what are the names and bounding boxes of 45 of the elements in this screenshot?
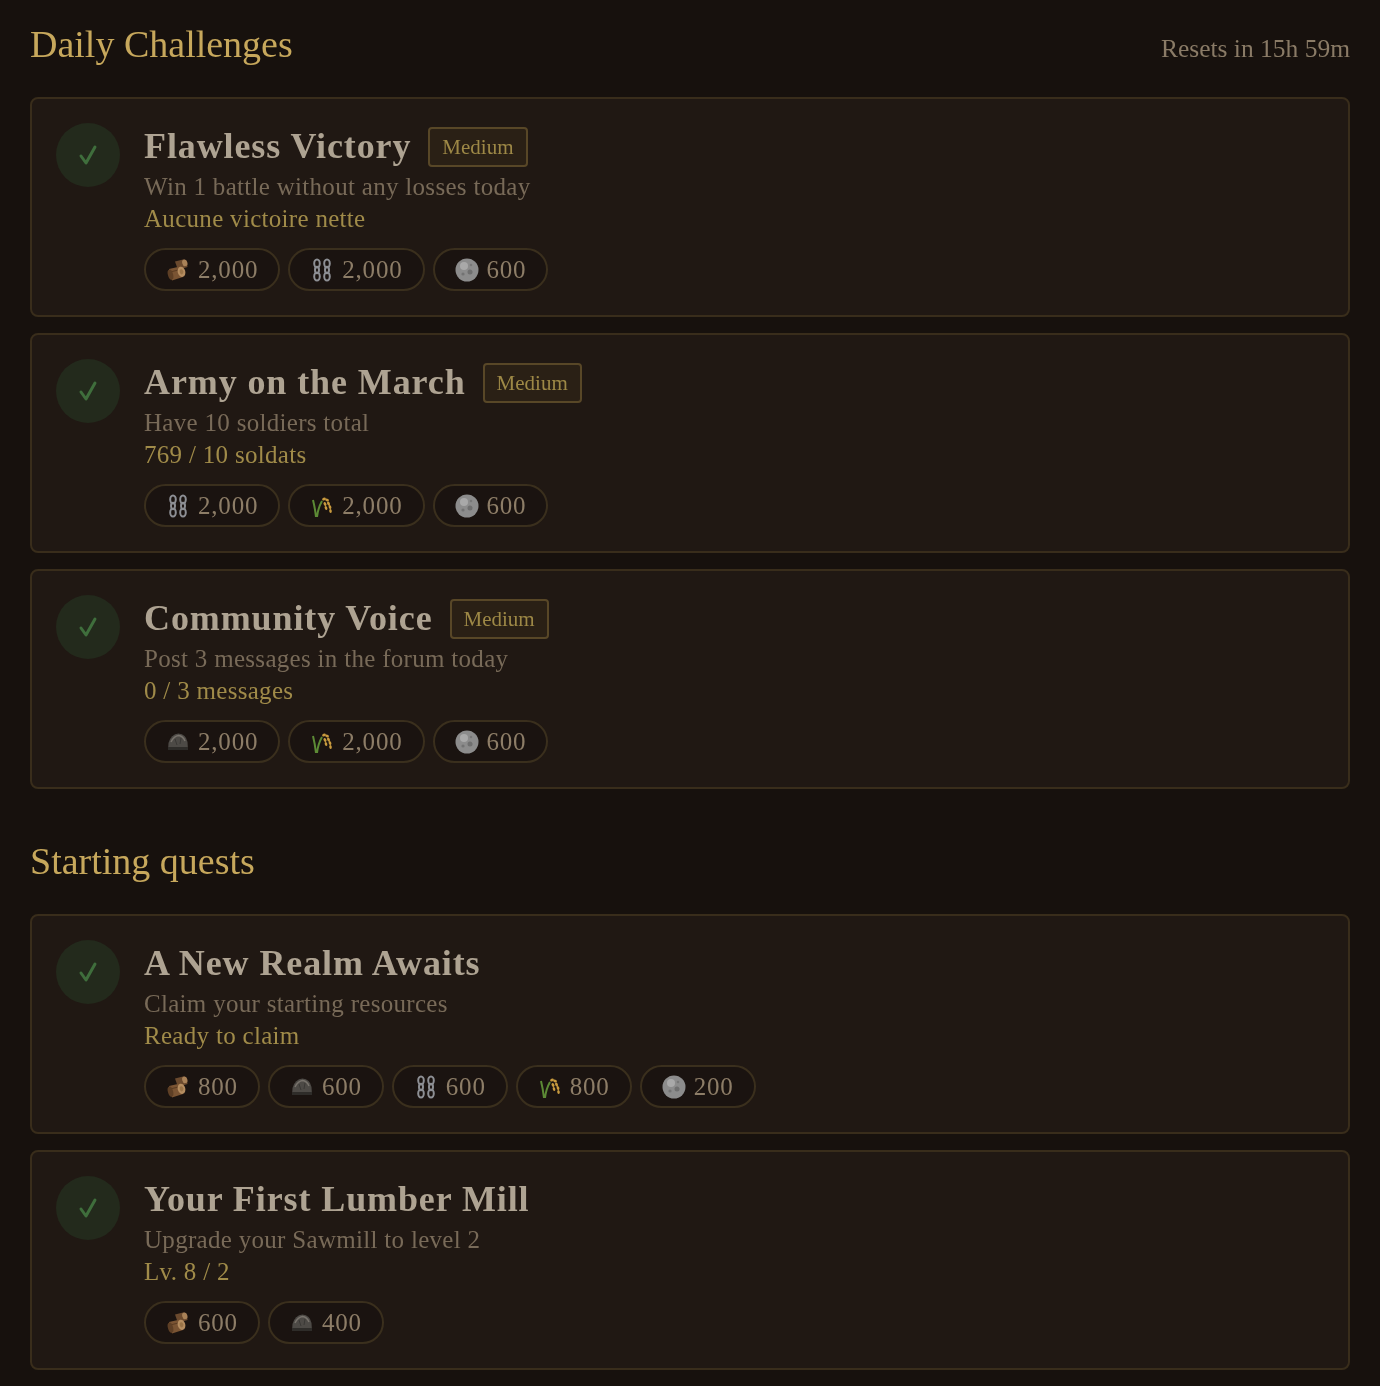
difficulty-tag: Medium <box>428 127 528 167</box>
coin-icon <box>454 493 479 518</box>
reward-amount: 400 <box>321 1310 362 1335</box>
section-title: Starting quests <box>30 839 255 883</box>
quest-note: Ready to claim <box>144 1021 301 1051</box>
coin-icon <box>454 257 479 282</box>
quest-description: Post 3 messages in the forum today <box>144 644 510 674</box>
quest-title: Flawless Victory <box>144 127 412 167</box>
quest-description: Win 1 battle without any losses today <box>144 172 532 202</box>
quest-title: Army on the March <box>144 363 466 403</box>
quest-note: 0 / 3 messages <box>144 676 295 706</box>
log-icon <box>166 1074 190 1099</box>
reward-amount: 2,000 <box>342 493 403 518</box>
reward-amount: 600 <box>321 1074 362 1099</box>
coin-icon <box>454 729 479 754</box>
section-title: Daily Challenges <box>30 22 293 66</box>
quest-description: Have 10 soldiers total <box>144 408 371 438</box>
quest-title: A New Realm Awaits <box>144 944 481 984</box>
quest-note: 769 / 10 soldats <box>144 440 308 470</box>
reward-amount: 600 <box>486 257 527 282</box>
log-icon <box>166 257 190 282</box>
reward-amount: 800 <box>569 1074 610 1099</box>
reward-amount: 2,000 <box>342 729 403 754</box>
log-icon <box>166 1310 190 1335</box>
quest-note: Aucune victoire nette <box>144 204 367 234</box>
reward-amount: 600 <box>198 1310 238 1335</box>
quest-description: Upgrade your Sawmill to level 2 <box>144 1225 482 1255</box>
reward-amount: 2,000 <box>342 257 403 282</box>
coin-icon <box>661 1074 686 1099</box>
reward-amount: 2,000 <box>198 729 259 754</box>
reward-amount: 600 <box>486 493 527 518</box>
difficulty-tag: Medium <box>449 599 549 639</box>
reward-amount: 2,000 <box>198 493 259 518</box>
reward-amount: 600 <box>486 729 527 754</box>
chain-icon <box>166 493 190 518</box>
quest-description: Claim your starting resources <box>144 989 449 1019</box>
quest-note: Lv. 8 / 2 <box>144 1257 231 1287</box>
reward-amount: 600 <box>445 1074 486 1099</box>
quest-title: Your First Lumber Mill <box>144 1180 530 1220</box>
reward-amount: 200 <box>693 1074 734 1099</box>
reset-timer: Resets in 15h 59m <box>1160 34 1350 64</box>
quest-title: Community Voice <box>144 599 433 639</box>
reward-amount: 800 <box>198 1074 238 1099</box>
difficulty-tag: Medium <box>482 363 582 403</box>
reward-amount: 2,000 <box>198 257 259 282</box>
